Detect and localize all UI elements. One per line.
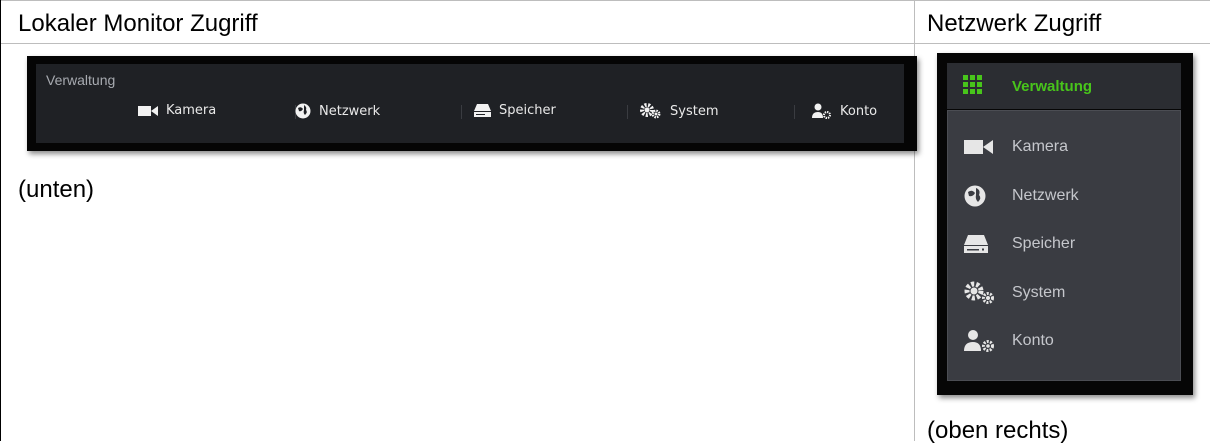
local-menu-item-konto[interactable]: Konto bbox=[812, 103, 877, 119]
web-menu-item-system[interactable]: System bbox=[948, 273, 1180, 313]
web-menu-item-label: Konto bbox=[1012, 332, 1054, 349]
grid-icon bbox=[963, 75, 983, 100]
network-globe-icon bbox=[295, 103, 311, 119]
local-menu-item-speicher[interactable]: Speicher bbox=[474, 103, 556, 118]
local-menu-item-netzwerk[interactable]: Netzwerk bbox=[295, 103, 380, 119]
document-table: Lokaler Monitor Zugriff Netzwerk Zugriff… bbox=[0, 0, 1210, 444]
web-menu-item-speicher[interactable]: Speicher bbox=[948, 224, 1180, 264]
web-menu-item-label: Netzwerk bbox=[1012, 187, 1079, 204]
web-menu-item-konto[interactable]: Konto bbox=[948, 321, 1180, 361]
storage-drive-icon bbox=[964, 235, 988, 253]
local-menu-bar: Verwaltung Kamera Netzwerk Speicher Syst… bbox=[36, 64, 904, 143]
system-gears-icon bbox=[964, 281, 996, 305]
system-gears-icon bbox=[640, 103, 662, 119]
account-user-icon bbox=[964, 329, 996, 353]
network-globe-icon bbox=[964, 185, 986, 207]
web-menu-title: Verwaltung bbox=[1012, 78, 1093, 95]
storage-drive-icon bbox=[474, 104, 491, 117]
web-menu-list: Kamera Netzwerk Speicher System Konto bbox=[947, 110, 1181, 381]
web-menu-header[interactable]: Verwaltung bbox=[947, 63, 1181, 109]
local-menu-item-label: System bbox=[670, 103, 719, 119]
local-menu-item-system[interactable]: System bbox=[640, 103, 718, 119]
network-menu-screenshot: Verwaltung Kamera Netzwerk Speicher Syst… bbox=[937, 53, 1193, 395]
local-menu-item-label: Konto bbox=[840, 103, 878, 119]
camera-icon bbox=[138, 105, 158, 117]
local-menu-item-kamera[interactable]: Kamera bbox=[138, 103, 216, 118]
web-menu-item-label: Speicher bbox=[1012, 235, 1076, 252]
local-menu-item-label: Speicher bbox=[499, 103, 556, 118]
menu-divider bbox=[794, 105, 795, 119]
local-monitor-menu-screenshot: Verwaltung Kamera Netzwerk Speicher Syst… bbox=[27, 56, 917, 151]
web-menu-item-label: Kamera bbox=[1012, 138, 1069, 155]
left-caption: (unten) bbox=[18, 176, 95, 203]
local-menu-title: Verwaltung bbox=[46, 72, 116, 88]
right-column-heading: Netzwerk Zugriff bbox=[927, 10, 1102, 37]
left-column-heading: Lokaler Monitor Zugriff bbox=[18, 10, 258, 37]
menu-divider bbox=[627, 105, 628, 119]
camera-icon bbox=[964, 139, 994, 155]
menu-divider bbox=[461, 105, 462, 119]
local-menu-item-label: Kamera bbox=[166, 103, 217, 118]
web-menu-item-kamera[interactable]: Kamera bbox=[948, 127, 1180, 167]
local-menu-item-label: Netzwerk bbox=[319, 103, 381, 119]
account-user-icon bbox=[812, 103, 832, 119]
web-menu-item-netzwerk[interactable]: Netzwerk bbox=[948, 176, 1180, 216]
web-menu-item-label: System bbox=[1012, 284, 1066, 301]
